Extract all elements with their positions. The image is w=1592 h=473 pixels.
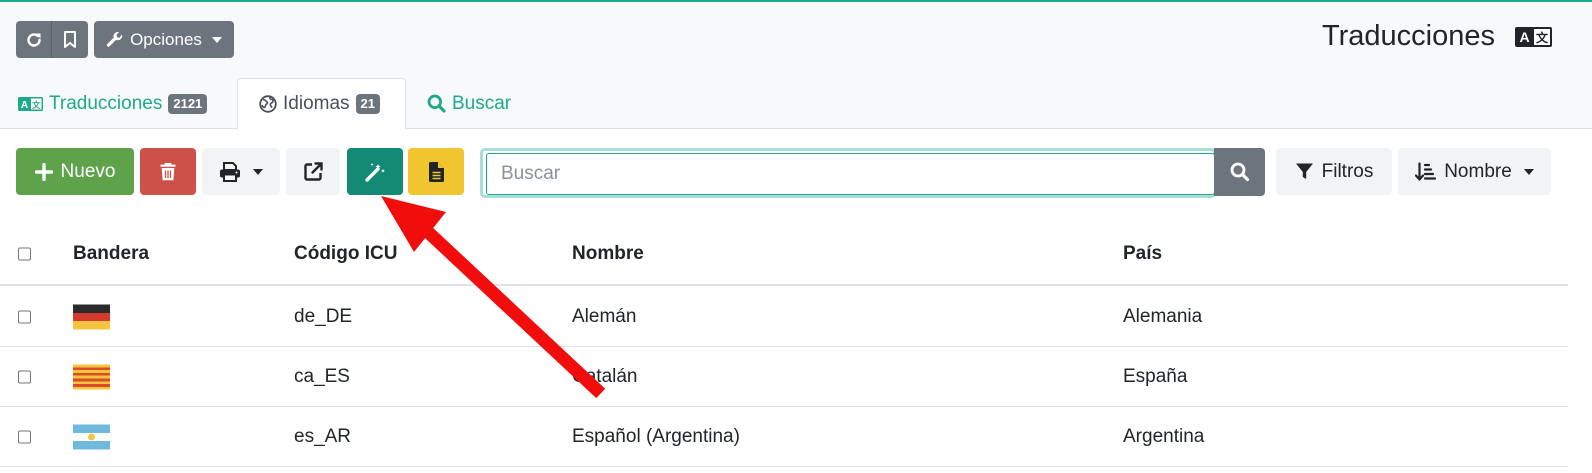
- chevron-down-icon: [211, 36, 222, 43]
- search-icon: [427, 94, 446, 113]
- translate-icon: A 文: [1515, 27, 1552, 47]
- name-cell: Catalán: [572, 365, 638, 387]
- top-button-group: [16, 21, 88, 58]
- country-cell: España: [1123, 365, 1188, 387]
- trash-icon: [160, 163, 176, 181]
- tab-translations-label: Traducciones: [49, 92, 163, 114]
- document-button[interactable]: [408, 148, 464, 195]
- new-button-label: Nuevo: [60, 160, 116, 182]
- name-cell: Español (Argentina): [572, 425, 740, 447]
- tab-search-label: Buscar: [452, 92, 512, 114]
- wrench-icon: [106, 31, 123, 47]
- search-input[interactable]: [486, 153, 1215, 195]
- bookmark-button[interactable]: [52, 21, 88, 58]
- file-text-icon: [428, 161, 444, 182]
- table-row[interactable]: ca_ES Catalán España: [0, 347, 1568, 407]
- flag-catalonia-icon: [73, 364, 110, 389]
- svg-text:文: 文: [32, 100, 41, 111]
- translations-count-badge: 2121: [168, 93, 208, 114]
- sun-icon: [88, 433, 95, 440]
- icu-code-cell: ca_ES: [294, 365, 350, 387]
- row-checkbox[interactable]: [18, 430, 31, 443]
- chevron-down-icon: [253, 168, 263, 175]
- magic-wand-button[interactable]: [347, 148, 403, 195]
- tab-languages[interactable]: Idiomas 21: [237, 78, 406, 130]
- chevron-down-icon: [1523, 168, 1534, 175]
- icu-code-cell: de_DE: [294, 305, 353, 327]
- flag-germany-icon: [73, 304, 110, 329]
- new-button[interactable]: Nuevo: [16, 148, 134, 195]
- tab-languages-label: Idiomas: [283, 93, 350, 114]
- column-header-flag[interactable]: Bandera: [73, 243, 149, 265]
- country-cell: Argentina: [1123, 425, 1205, 447]
- tab-translations[interactable]: A 文 Traducciones 2121: [18, 78, 208, 129]
- plus-icon: [34, 162, 53, 181]
- country-cell: Alemania: [1123, 305, 1203, 327]
- svg-text:A: A: [21, 100, 28, 111]
- table-row[interactable]: es_AR Español (Argentina) Argentina: [0, 407, 1568, 467]
- filters-button[interactable]: Filtros: [1276, 148, 1392, 195]
- flag-argentina-icon: [73, 424, 110, 449]
- open-external-button[interactable]: [286, 148, 340, 195]
- translate-icon: A 文: [18, 96, 43, 111]
- column-header-icu-code[interactable]: Código ICU: [294, 243, 397, 265]
- tab-search[interactable]: Buscar: [427, 78, 511, 129]
- column-header-country[interactable]: País: [1123, 243, 1162, 265]
- column-header-name[interactable]: Nombre: [572, 243, 644, 265]
- external-link-icon: [303, 162, 323, 181]
- icu-code-cell: es_AR: [294, 425, 352, 447]
- magic-wand-icon: [365, 162, 385, 182]
- search-field-wrapper: [480, 148, 1216, 198]
- options-label: Opciones: [130, 29, 202, 49]
- delete-button[interactable]: [140, 148, 196, 195]
- options-dropdown-button[interactable]: Opciones: [94, 21, 234, 58]
- search-icon: [1230, 162, 1249, 182]
- sort-amount-icon: [1415, 161, 1437, 181]
- print-dropdown-button[interactable]: [202, 148, 280, 195]
- bookmark-icon: [64, 30, 76, 48]
- svg-text:文: 文: [1536, 30, 1549, 45]
- page-title: Traducciones: [1321, 20, 1495, 52]
- row-checkbox[interactable]: [18, 310, 31, 323]
- sort-dropdown-button[interactable]: Nombre: [1398, 148, 1551, 195]
- reload-icon: [26, 32, 41, 47]
- name-cell: Alemán: [572, 305, 637, 327]
- filters-label: Filtros: [1321, 160, 1374, 182]
- languages-count-badge: 21: [355, 94, 380, 114]
- reload-button[interactable]: [16, 21, 52, 58]
- select-all-checkbox[interactable]: [18, 247, 31, 261]
- search-submit-button[interactable]: [1214, 148, 1265, 196]
- table-row[interactable]: de_DE Alemán Alemania: [0, 287, 1568, 347]
- row-checkbox[interactable]: [18, 370, 31, 383]
- sort-label: Nombre: [1444, 160, 1512, 182]
- filter-icon: [1295, 163, 1313, 179]
- table-header-row: Bandera Código ICU Nombre País: [0, 224, 1568, 286]
- svg-text:A: A: [1519, 29, 1529, 45]
- printer-icon: [220, 161, 240, 182]
- globe-icon: [259, 95, 277, 113]
